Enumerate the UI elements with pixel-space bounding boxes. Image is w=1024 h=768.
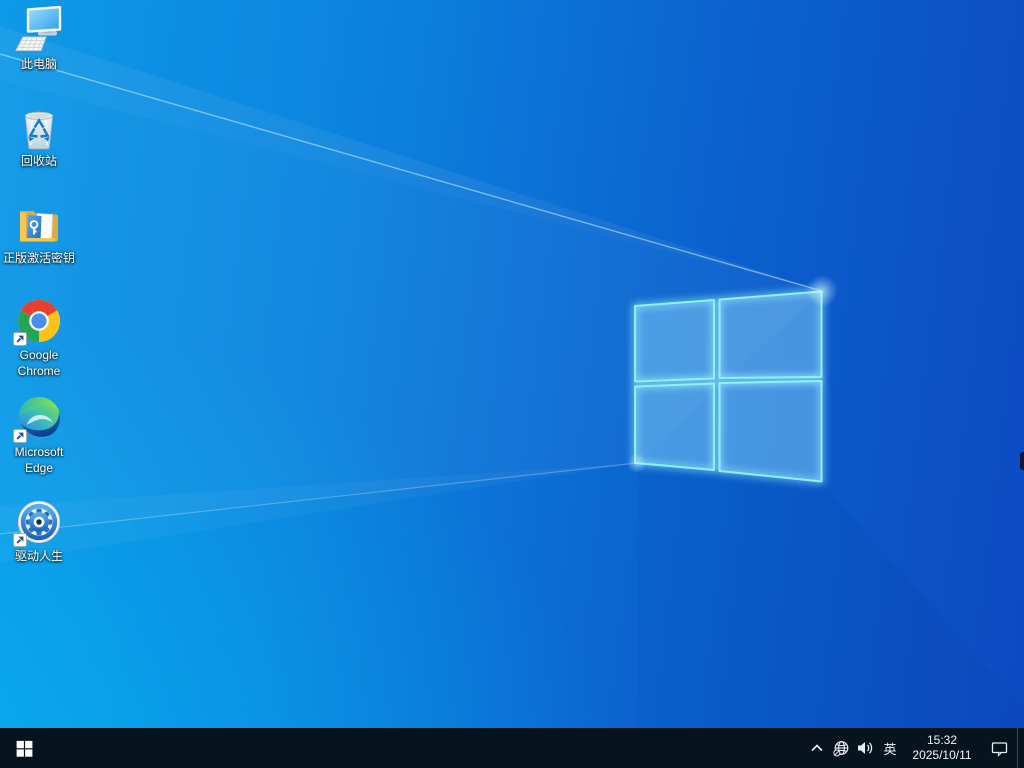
edge-slideout-tab[interactable] (1020, 452, 1024, 470)
taskbar-clock[interactable]: 15:32 2025/10/11 (903, 728, 981, 768)
taskbar: 英 15:32 2025/10/11 (0, 728, 1024, 768)
shortcut-arrow-badge (13, 332, 27, 346)
network-button[interactable] (829, 728, 853, 768)
desktop-icon-edge[interactable]: Microsoft Edge (1, 394, 77, 476)
icon-label-edge: Microsoft Edge (14, 445, 64, 475)
icon-label-this-pc: 此电脑 (20, 57, 57, 71)
shortcut-arrow-badge (13, 429, 27, 443)
show-desktop-button[interactable] (1018, 728, 1024, 768)
clock-date: 2025/10/11 (912, 748, 972, 762)
desktop-icon-this-pc[interactable]: 此电脑 (1, 6, 77, 73)
icon-label-recycle-bin: 回收站 (20, 154, 57, 168)
action-center-button[interactable] (981, 728, 1017, 768)
system-tray: 英 15:32 2025/10/11 (805, 728, 1024, 768)
icon-label-activation-key: 正版激活密钥 (2, 251, 75, 265)
shortcut-arrow-badge (13, 533, 27, 547)
volume-button[interactable] (853, 728, 877, 768)
desktop-icon-drive-the-life[interactable]: 驱动人生 (1, 498, 77, 565)
action-center-icon (991, 741, 1007, 757)
icon-label-drive-the-life: 驱动人生 (14, 549, 63, 563)
windows-logo (634, 290, 823, 483)
chevron-up-icon (811, 744, 823, 752)
desktop-icon-activation-key[interactable]: 正版激活密钥 (1, 200, 77, 267)
computer-monitor-icon (15, 6, 62, 51)
windows-start-icon (16, 740, 32, 757)
desktop-icon-chrome[interactable]: Google Chrome (1, 297, 77, 379)
desktop-icon-recycle-bin[interactable]: 回收站 (1, 103, 77, 170)
show-hidden-icons-button[interactable] (805, 728, 829, 768)
clock-time: 15:32 (926, 732, 958, 747)
folder-key-document-icon (20, 211, 58, 242)
icon-label-chrome: Google Chrome (17, 348, 61, 378)
wallpaper-windows-logo (0, 26, 1024, 768)
start-button[interactable] (0, 728, 48, 768)
recycle-bin-icon (24, 111, 54, 150)
speaker-icon (857, 742, 872, 754)
ime-language-indicator[interactable]: 英 (877, 728, 903, 768)
desktop[interactable]: 此电脑 回收站 正版激活密钥 Google Chrome Microsoft E… (0, 0, 1024, 768)
globe-no-internet-icon (832, 740, 848, 756)
